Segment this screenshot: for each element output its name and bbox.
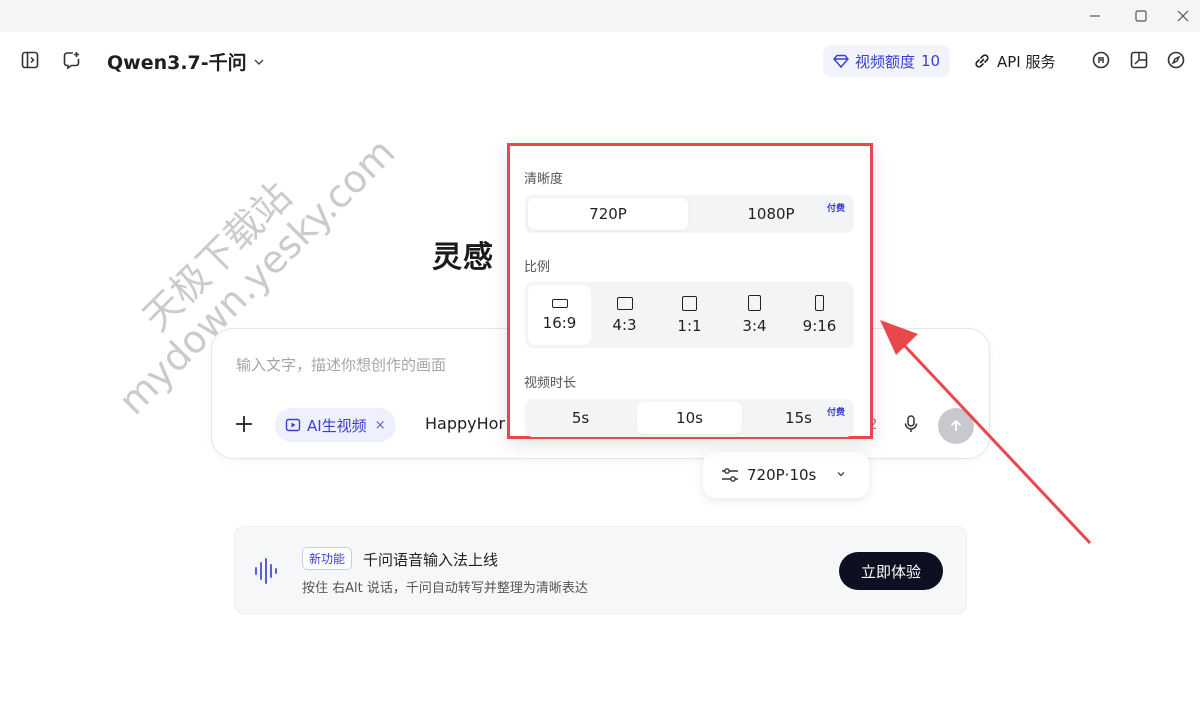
feature-banner: 新功能 千问语音输入法上线 按住 右Alt 说话，千问自动转写并整理为清晰表达 … — [234, 526, 967, 614]
new-feature-badge: 新功能 — [302, 547, 353, 570]
banner-description: 按住 右Alt 说话，千问自动转写并整理为清晰表达 — [302, 581, 588, 596]
annotation-arrow — [880, 320, 1092, 545]
try-now-button[interactable]: 立即体验 — [839, 552, 943, 590]
banner-title: 千问语音输入法上线 — [363, 551, 499, 569]
voice-wave-icon — [255, 558, 277, 584]
